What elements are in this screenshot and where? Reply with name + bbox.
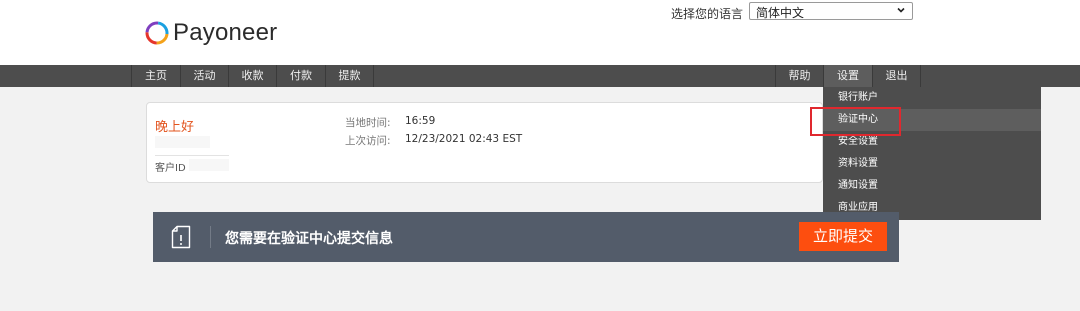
nav-item-logout[interactable]: 退出 (873, 65, 920, 87)
language-selected-value: 简体中文 (756, 6, 805, 20)
language-label: 选择您的语言 (671, 7, 744, 21)
banner-divider (210, 226, 211, 248)
local-time-value: 16:59 (405, 115, 436, 127)
header: Payoneer 选择您的语言 简体中文 (0, 0, 1080, 65)
menu-item-notification-settings[interactable]: 通知设置 (823, 175, 1041, 197)
menu-item-profile-settings[interactable]: 资料设置 (823, 153, 1041, 175)
divider (155, 155, 229, 156)
submit-now-button[interactable]: 立即提交 (799, 222, 887, 251)
last-visit-value: 12/23/2021 02:43 EST (405, 133, 523, 145)
nav-item-settings[interactable]: 设置 (824, 65, 872, 87)
nav-item-activity[interactable]: 活动 (181, 65, 228, 87)
nav-item-pay[interactable]: 付款 (277, 65, 325, 87)
local-time-label: 当地时间: (345, 117, 391, 129)
language-select[interactable]: 简体中文 (749, 2, 913, 20)
nav-divider (920, 65, 921, 87)
nav-divider (373, 65, 374, 87)
account-summary-card: 晚上好 客户ID 当地时间: 16:59 上次访问: 12/23/2021 02… (146, 102, 823, 183)
verification-banner: 您需要在验证中心提交信息 立即提交 (153, 212, 899, 262)
brand-name: Payoneer (173, 19, 278, 46)
nav-item-withdraw[interactable]: 提款 (326, 65, 373, 87)
nav-item-help[interactable]: 帮助 (776, 65, 823, 87)
last-visit-label: 上次访问: (345, 135, 391, 147)
annotation-highlight-box (810, 107, 901, 136)
customer-id-value (189, 159, 229, 171)
customer-id-label: 客户ID (155, 163, 186, 174)
payoneer-ring-logo-icon (145, 21, 169, 45)
document-alert-icon (171, 225, 191, 249)
account-name-placeholder (155, 136, 210, 148)
nav-item-receive[interactable]: 收款 (229, 65, 276, 87)
nav-item-home[interactable]: 主页 (132, 65, 180, 87)
greeting-text: 晚上好 (155, 120, 195, 135)
main-nav: 主页 活动 收款 付款 提款 帮助 设置 退出 (0, 65, 1080, 87)
menu-item-bank-accounts[interactable]: 银行账户 (823, 87, 1041, 109)
banner-message: 您需要在验证中心提交信息 (225, 231, 393, 247)
payoneer-logo[interactable]: Payoneer (144, 19, 277, 47)
chevron-down-icon (897, 7, 905, 13)
